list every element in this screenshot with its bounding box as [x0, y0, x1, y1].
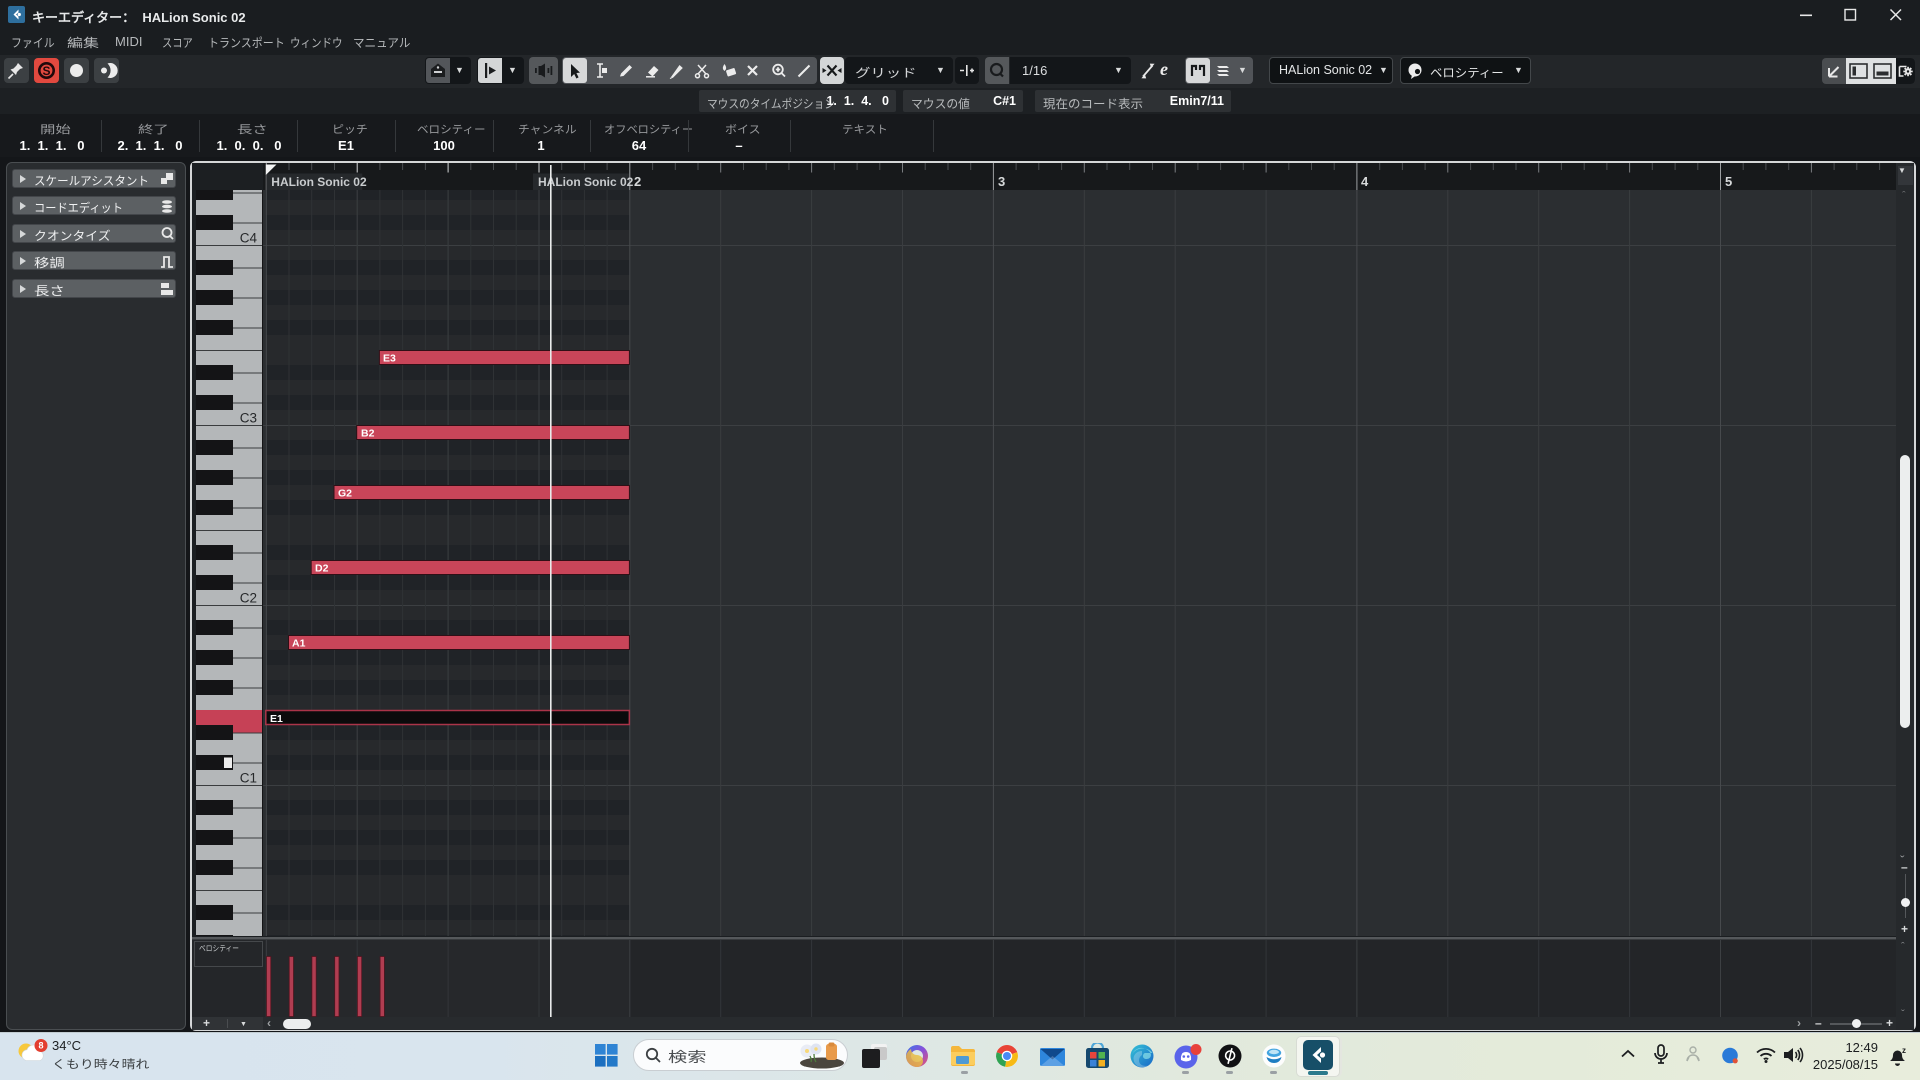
svg-text:B2: B2 [361, 428, 375, 440]
svg-text:C3: C3 [240, 411, 257, 426]
svg-text:5: 5 [1725, 174, 1732, 189]
svg-text:HALion Sonic 02: HALion Sonic 02 [271, 175, 367, 189]
svg-text:4: 4 [1361, 174, 1369, 189]
svg-text:E3: E3 [383, 353, 396, 365]
svg-text:C4: C4 [240, 231, 258, 246]
svg-text:D2: D2 [315, 563, 329, 575]
svg-text:G2: G2 [338, 488, 352, 500]
svg-text:C2: C2 [240, 591, 257, 606]
svg-text:ベロシティー: ベロシティー [199, 944, 239, 953]
svg-text:A1: A1 [292, 638, 306, 650]
svg-text:2: 2 [634, 174, 641, 189]
svg-text:C1: C1 [240, 771, 257, 786]
svg-text:z: z [1902, 1046, 1906, 1055]
svg-text:S: S [42, 64, 50, 78]
svg-text:E1: E1 [270, 713, 283, 725]
svg-text:3: 3 [998, 174, 1005, 189]
svg-text:8: 8 [38, 1041, 43, 1051]
svg-text:HALion Sonic 02: HALion Sonic 02 [538, 175, 634, 189]
